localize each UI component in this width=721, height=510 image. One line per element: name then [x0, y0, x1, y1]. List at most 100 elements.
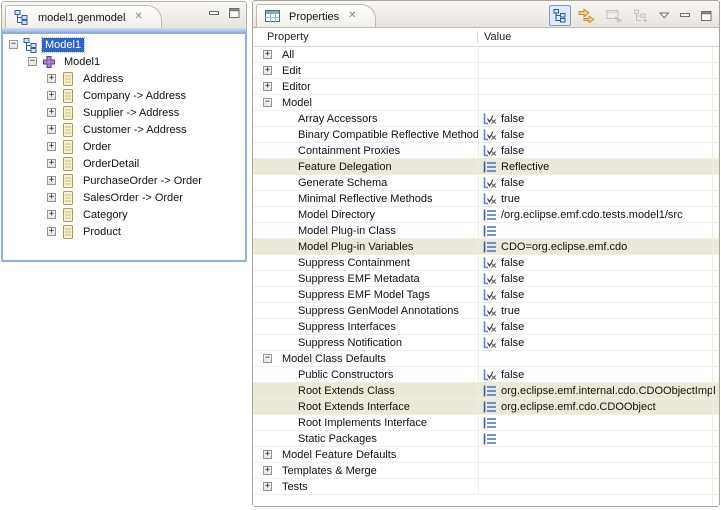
expand-icon[interactable]: +	[263, 82, 272, 91]
expand-icon[interactable]: +	[263, 466, 272, 475]
tree-item-company-address[interactable]: +Company -> Address	[3, 87, 245, 104]
property-row-generate-schema[interactable]: Generate Schemafalse	[253, 175, 719, 191]
category-row-model-feature-defaults[interactable]: +Model Feature Defaults	[253, 447, 719, 463]
property-row-suppress-interfaces[interactable]: Suppress Interfacesfalse	[253, 319, 719, 335]
expand-icon[interactable]: +	[47, 91, 56, 100]
property-value-cell[interactable]: true	[478, 303, 719, 318]
category-row-edit[interactable]: +Edit	[253, 63, 719, 79]
property-value-cell[interactable]: org.eclipse.emf.internal.cdo.CDOObjectIm…	[478, 383, 719, 398]
tree-item-purchaseorder-order[interactable]: +PurchaseOrder -> Order	[3, 172, 245, 189]
property-row-suppress-genmodel-annotations[interactable]: Suppress GenModel Annotationstrue	[253, 303, 719, 319]
property-row-model-directory[interactable]: Model Directory/org.eclipse.emf.cdo.test…	[253, 207, 719, 223]
expand-icon[interactable]: +	[47, 210, 56, 219]
category-row-model-class-defaults[interactable]: −Model Class Defaults	[253, 351, 719, 367]
property-row-feature-delegation[interactable]: Feature DelegationReflective	[253, 159, 719, 175]
property-value-cell[interactable]	[478, 63, 719, 78]
close-icon[interactable]: ✕	[134, 12, 142, 22]
expand-icon[interactable]: +	[263, 66, 272, 75]
property-value-cell[interactable]	[478, 415, 719, 430]
property-row-binary-compatible-reflective-methods[interactable]: Binary Compatible Reflective Methodsfals…	[253, 127, 719, 143]
property-value-cell[interactable]	[478, 351, 719, 366]
properties-tab[interactable]: Properties ✕	[256, 4, 376, 27]
tree-item-model1[interactable]: −Model1	[3, 53, 245, 70]
editor-tab-model1-genmodel[interactable]: model1.genmodel ✕	[5, 5, 162, 28]
tree-item-supplier-address[interactable]: +Supplier -> Address	[3, 104, 245, 121]
maximize-button[interactable]	[698, 9, 715, 23]
property-value-cell[interactable]: false	[478, 287, 719, 302]
property-value-cell[interactable]	[478, 479, 719, 494]
show-categories-button[interactable]	[549, 5, 571, 26]
show-advanced-properties-button[interactable]	[575, 5, 599, 26]
tree-item-order[interactable]: +Order	[3, 138, 245, 155]
expand-icon[interactable]: +	[47, 142, 56, 151]
collapse-icon[interactable]: −	[28, 57, 37, 66]
minimize-icon[interactable]	[208, 10, 221, 17]
column-header-property[interactable]: Property	[253, 31, 478, 43]
tree-item-salesorder-order[interactable]: +SalesOrder -> Order	[3, 189, 245, 206]
property-value-cell[interactable]: /org.eclipse.emf.cdo.tests.model1/src	[478, 207, 719, 222]
category-row-editor[interactable]: +Editor	[253, 79, 719, 95]
property-row-suppress-notification[interactable]: Suppress Notificationfalse	[253, 335, 719, 351]
property-row-suppress-emf-model-tags[interactable]: Suppress EMF Model Tagsfalse	[253, 287, 719, 303]
property-value-cell[interactable]	[478, 431, 719, 446]
property-row-suppress-containment[interactable]: Suppress Containmentfalse	[253, 255, 719, 271]
property-row-static-packages[interactable]: Static Packages	[253, 431, 719, 447]
tree-item-category[interactable]: +Category	[3, 206, 245, 223]
property-value-cell[interactable]: false	[478, 319, 719, 334]
property-value-cell[interactable]: CDO=org.eclipse.emf.cdo	[478, 239, 719, 254]
tree-item-customer-address[interactable]: +Customer -> Address	[3, 121, 245, 138]
property-value-cell[interactable]	[478, 447, 719, 462]
property-value-cell[interactable]: org.eclipse.emf.cdo.CDOObject	[478, 399, 719, 414]
property-value-cell[interactable]: false	[478, 271, 719, 286]
property-row-public-constructors[interactable]: Public Constructorsfalse	[253, 367, 719, 383]
property-row-model-plug-in-class[interactable]: Model Plug-in Class	[253, 223, 719, 239]
expand-icon[interactable]: +	[263, 50, 272, 59]
minimize-button[interactable]	[677, 11, 694, 20]
column-header-value[interactable]: Value	[478, 31, 511, 43]
property-row-root-extends-interface[interactable]: Root Extends Interfaceorg.eclipse.emf.cd…	[253, 399, 719, 415]
expand-icon[interactable]: +	[47, 176, 56, 185]
property-row-minimal-reflective-methods[interactable]: Minimal Reflective Methodstrue	[253, 191, 719, 207]
tree-item-address[interactable]: +Address	[3, 70, 245, 87]
property-row-model-plug-in-variables[interactable]: Model Plug-in VariablesCDO=org.eclipse.e…	[253, 239, 719, 255]
maximize-icon[interactable]	[228, 7, 241, 19]
category-row-templates-merge[interactable]: +Templates & Merge	[253, 463, 719, 479]
expand-icon[interactable]: +	[47, 125, 56, 134]
view-menu-button[interactable]	[656, 10, 673, 21]
property-row-containment-proxies[interactable]: Containment Proxiesfalse	[253, 143, 719, 159]
expand-icon[interactable]: +	[47, 193, 56, 202]
property-value-cell[interactable]	[478, 79, 719, 94]
category-row-all[interactable]: +All	[253, 47, 719, 63]
tree-item-product[interactable]: +Product	[3, 223, 245, 240]
property-value-cell[interactable]: false	[478, 143, 719, 158]
property-value-cell[interactable]	[478, 223, 719, 238]
expand-icon[interactable]: +	[47, 108, 56, 117]
property-value-cell[interactable]	[478, 47, 719, 62]
category-row-model[interactable]: −Model	[253, 95, 719, 111]
property-value-cell[interactable]: false	[478, 255, 719, 270]
expand-icon[interactable]: +	[47, 74, 56, 83]
property-value-cell[interactable]	[478, 463, 719, 478]
expand-icon[interactable]: +	[263, 450, 272, 459]
property-value-cell[interactable]: false	[478, 335, 719, 350]
property-value-cell[interactable]: false	[478, 111, 719, 126]
close-icon[interactable]: ✕	[348, 11, 356, 21]
property-value-cell[interactable]: Reflective	[478, 159, 719, 174]
property-value-cell[interactable]	[478, 95, 719, 110]
property-value-cell[interactable]: false	[478, 367, 719, 382]
category-row-tests[interactable]: +Tests	[253, 479, 719, 495]
expand-icon[interactable]: +	[47, 159, 56, 168]
tree-item-model1[interactable]: −Model1	[3, 36, 245, 53]
expand-icon[interactable]: +	[263, 482, 272, 491]
collapse-icon[interactable]: −	[9, 40, 18, 49]
collapse-icon[interactable]: −	[263, 98, 272, 107]
property-value-cell[interactable]: true	[478, 191, 719, 206]
property-row-root-implements-interface[interactable]: Root Implements Interface	[253, 415, 719, 431]
expand-icon[interactable]: +	[47, 227, 56, 236]
property-value-cell[interactable]: false	[478, 175, 719, 190]
property-row-array-accessors[interactable]: Array Accessorsfalse	[253, 111, 719, 127]
property-value-cell[interactable]: false	[478, 127, 719, 142]
collapse-icon[interactable]: −	[263, 354, 272, 363]
property-row-suppress-emf-metadata[interactable]: Suppress EMF Metadatafalse	[253, 271, 719, 287]
tree-item-orderdetail[interactable]: +OrderDetail	[3, 155, 245, 172]
